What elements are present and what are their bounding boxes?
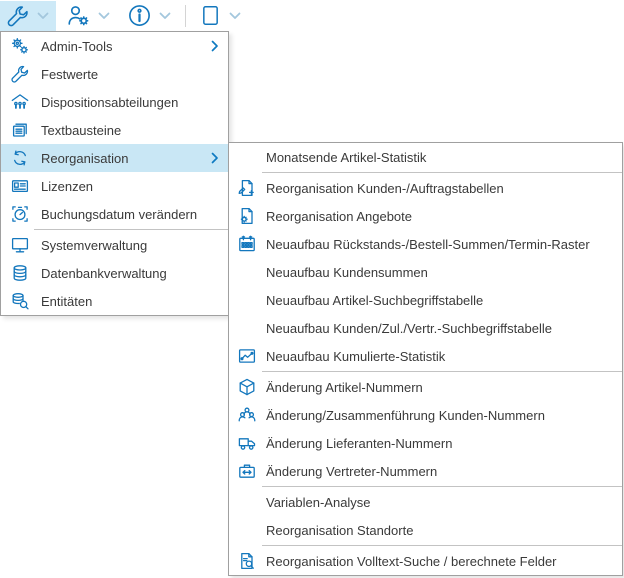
menu-item-datenbankverwaltung[interactable]: Datenbankverwaltung: [1, 259, 228, 287]
submenu-item-neuaufbau-kundensummen[interactable]: Neuaufbau Kundensummen: [229, 258, 622, 286]
wrench-icon: [6, 4, 30, 28]
menu-item-systemverwaltung[interactable]: Systemverwaltung: [1, 231, 228, 259]
submenu-item-aenderung-lieferanten-nummern[interactable]: Änderung Lieferanten-Nummern: [229, 429, 622, 457]
submenu-item-neuaufbau-rueckstands-bestell-summen-termin-raster[interactable]: Neuaufbau Rückstands-/Bestell-Summen/Ter…: [229, 230, 622, 258]
menu-item-dispositionsabteilungen[interactable]: Dispositionsabteilungen: [1, 88, 228, 116]
admin-tools-toolbar-button[interactable]: [0, 1, 56, 31]
submenu-separator: [262, 545, 622, 546]
user-gear-icon: [66, 3, 91, 28]
chevron-down-icon[interactable]: [36, 9, 50, 23]
submenu-item-label: Änderung Lieferanten-Nummern: [266, 436, 622, 451]
chevron-right-icon: [211, 152, 219, 164]
menu-item-label: Datenbankverwaltung: [41, 266, 228, 281]
documents-icon: [10, 120, 30, 140]
submenu-separator: [262, 371, 622, 372]
database-search-icon: [10, 291, 30, 311]
menu-item-admin-tools[interactable]: Admin-Tools: [1, 32, 228, 60]
submenu-item-aenderung-artikel-nummern[interactable]: Änderung Artikel-Nummern: [229, 373, 622, 401]
submenu-item-reorganisation-angebote[interactable]: Reorganisation Angebote: [229, 202, 622, 230]
menu-item-entitaeten[interactable]: Entitäten: [1, 287, 228, 315]
submenu-item-label: Monatsende Artikel-Statistik: [266, 150, 622, 165]
info-icon: [127, 3, 152, 28]
truck-icon: [237, 433, 257, 453]
submenu-item-aenderung-vertreter-nummern[interactable]: Änderung Vertreter-Nummern: [229, 457, 622, 485]
database-icon: [10, 263, 30, 283]
menu-item-lizenzen[interactable]: Lizenzen: [1, 172, 228, 200]
cube-icon: [237, 377, 257, 397]
submenu-item-label: Reorganisation Standorte: [266, 523, 622, 538]
menu-item-reorganisation[interactable]: Reorganisation: [1, 144, 228, 172]
menu-item-label: Systemverwaltung: [41, 238, 228, 253]
menu-separator: [34, 229, 228, 230]
submenu-item-label: Variablen-Analyse: [266, 495, 622, 510]
submenu-item-neuaufbau-artikel-suchbegriffstabelle[interactable]: Neuaufbau Artikel-Suchbegriffstabelle: [229, 286, 622, 314]
submenu-item-neuaufbau-kumulierte-statistik[interactable]: Neuaufbau Kumulierte-Statistik: [229, 342, 622, 370]
menu-item-buchungsdatum-veraendern[interactable]: Buchungsdatum verändern: [1, 200, 228, 228]
menu-item-label: Reorganisation: [41, 151, 211, 166]
chevron-right-icon: [211, 40, 219, 52]
menu-item-label: Entitäten: [41, 294, 228, 309]
people-icon: [237, 405, 257, 425]
admin-dropdown-menu: Admin-Tools Festwerte Dispositionsabteil…: [0, 31, 229, 316]
stopwatch-icon: [10, 204, 30, 224]
reorganisation-submenu: Monatsende Artikel-Statistik Reorganisat…: [228, 142, 623, 576]
submenu-item-variablen-analyse[interactable]: Variablen-Analyse: [229, 488, 622, 516]
submenu-item-reorganisation-standorte[interactable]: Reorganisation Standorte: [229, 516, 622, 544]
submenu-item-label: Änderung Artikel-Nummern: [266, 380, 622, 395]
menu-item-textbausteine[interactable]: Textbausteine: [1, 116, 228, 144]
menu-item-festwerte[interactable]: Festwerte: [1, 60, 228, 88]
info-toolbar-button[interactable]: [121, 1, 178, 31]
submenu-item-reorganisation-kunden-auftragstabellen[interactable]: Reorganisation Kunden-/Auftragstabellen: [229, 174, 622, 202]
submenu-item-label: Änderung/Zusammenführung Kunden-Nummern: [266, 408, 622, 423]
toolbar-separator: [185, 5, 186, 27]
submenu-item-label: Änderung Vertreter-Nummern: [266, 464, 622, 479]
menu-item-label: Buchungsdatum verändern: [41, 207, 228, 222]
submenu-separator: [262, 486, 622, 487]
toolbar: [0, 0, 624, 31]
page-search-icon: [237, 551, 257, 571]
submenu-item-monatsende-artikel-statistik[interactable]: Monatsende Artikel-Statistik: [229, 143, 622, 171]
submenu-item-label: Reorganisation Volltext-Suche / berechne…: [266, 554, 622, 569]
submenu-item-label: Neuaufbau Kumulierte-Statistik: [266, 349, 622, 364]
submenu-item-label: Neuaufbau Kundensummen: [266, 265, 622, 280]
calendar-icon: [237, 234, 257, 254]
chevron-down-icon[interactable]: [158, 9, 172, 23]
submenu-separator: [262, 172, 622, 173]
warehouse-icon: [10, 92, 30, 112]
calculator-toolbar-button[interactable]: [193, 1, 248, 31]
menu-item-label: Textbausteine: [41, 123, 228, 138]
submenu-item-label: Reorganisation Angebote: [266, 209, 622, 224]
submenu-item-reorganisation-volltext-suche-berechnete-felder[interactable]: Reorganisation Volltext-Suche / berechne…: [229, 547, 622, 575]
chevron-down-icon[interactable]: [97, 9, 111, 23]
menu-item-label: Festwerte: [41, 67, 228, 82]
menu-item-label: Admin-Tools: [41, 39, 211, 54]
chevron-down-icon[interactable]: [228, 9, 242, 23]
menu-item-label: Dispositionsabteilungen: [41, 95, 228, 110]
gears-icon: [10, 36, 30, 56]
line-chart-icon: [237, 346, 257, 366]
page-edit-icon: [237, 178, 257, 198]
submenu-item-label: Neuaufbau Rückstands-/Bestell-Summen/Ter…: [266, 237, 622, 252]
user-settings-toolbar-button[interactable]: [60, 1, 117, 31]
submenu-item-aenderung-zusammenfuehrung-kunden-nummern[interactable]: Änderung/Zusammenführung Kunden-Nummern: [229, 401, 622, 429]
menu-item-label: Lizenzen: [41, 179, 228, 194]
sync-icon: [10, 148, 30, 168]
wrench-icon: [10, 64, 30, 84]
submenu-item-neuaufbau-kunden-zul-vertr-suchbegriffstabelle[interactable]: Neuaufbau Kunden/Zul./Vertr.-Suchbegriff…: [229, 314, 622, 342]
id-card-icon: [10, 176, 30, 196]
briefcase-icon: [237, 461, 257, 481]
monitor-icon: [10, 235, 30, 255]
page-gear-icon: [237, 206, 257, 226]
calculator-icon: [199, 4, 222, 27]
submenu-item-label: Reorganisation Kunden-/Auftragstabellen: [266, 181, 622, 196]
submenu-item-label: Neuaufbau Artikel-Suchbegriffstabelle: [266, 293, 622, 308]
submenu-item-label: Neuaufbau Kunden/Zul./Vertr.-Suchbegriff…: [266, 321, 622, 336]
